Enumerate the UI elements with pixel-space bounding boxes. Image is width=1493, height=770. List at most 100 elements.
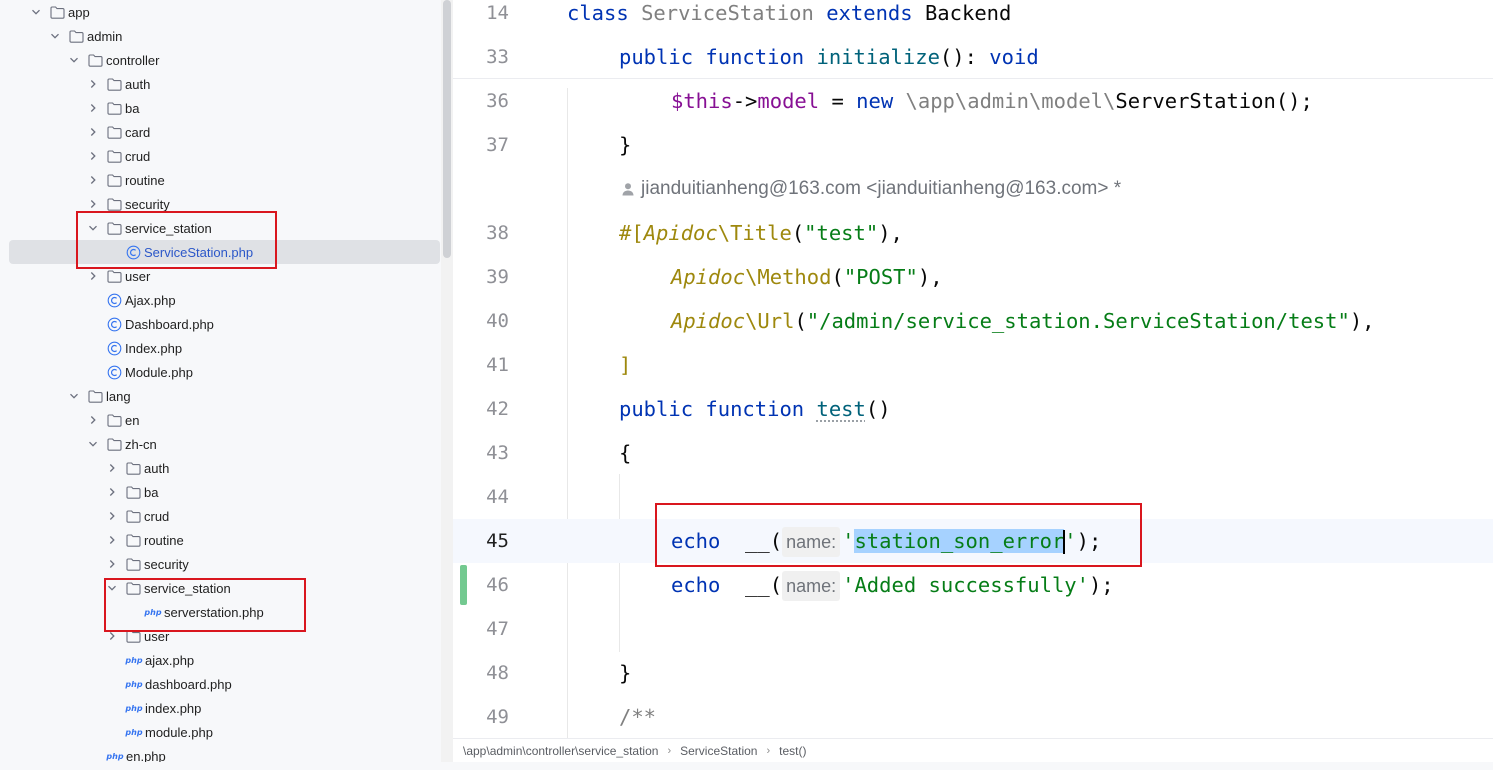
user-icon xyxy=(622,183,634,196)
tree-item-controller[interactable]: controller xyxy=(0,48,441,72)
tree-item-ba[interactable]: ba xyxy=(0,96,441,120)
chevron-down-icon[interactable] xyxy=(30,6,42,18)
folder-icon xyxy=(106,196,122,212)
code-text: $this->model = new \app\admin\model\Serv… xyxy=(671,89,1313,113)
tree-item-label: card xyxy=(125,124,151,140)
tree-item-label: lang xyxy=(106,388,131,404)
tree-item-index-php[interactable]: php index.php xyxy=(0,696,441,720)
folder-icon xyxy=(106,100,122,116)
chevron-right-icon[interactable] xyxy=(106,462,118,474)
folder-icon xyxy=(125,508,141,524)
folder-icon xyxy=(106,412,122,428)
chevron-right-icon[interactable] xyxy=(106,534,118,546)
code-editor[interactable]: 14 class ServiceStation extends Backend … xyxy=(453,0,1493,738)
folder-icon xyxy=(87,52,103,68)
tree-item-label: index.php xyxy=(145,700,202,716)
tree-item-card[interactable]: card xyxy=(0,120,441,144)
php-class-icon xyxy=(106,364,122,380)
code-text: Apidoc\Method("POST"), xyxy=(671,265,943,289)
breadcrumb-item[interactable]: \app\admin\controller\service_station xyxy=(463,744,658,758)
tree-item-label: admin xyxy=(87,28,123,44)
tree-item-label: en xyxy=(125,412,140,428)
chevron-right-icon[interactable] xyxy=(106,558,118,570)
author-inlay[interactable]: jianduitianheng@163.com <jianduitianheng… xyxy=(621,167,1121,211)
chevron-down-icon[interactable] xyxy=(87,438,99,450)
line-number: 44 xyxy=(486,486,509,508)
tree-item-label: routine xyxy=(144,532,184,548)
folder-icon xyxy=(106,148,122,164)
chevron-right-icon[interactable] xyxy=(87,174,99,186)
tree-scroll-thumb[interactable] xyxy=(443,0,451,258)
tree-item-en[interactable]: en xyxy=(0,408,441,432)
breadcrumb-item[interactable]: ServiceStation xyxy=(680,744,757,758)
code-text: /** xyxy=(619,705,657,729)
folder-icon xyxy=(106,172,122,188)
folder-icon xyxy=(106,76,122,92)
tree-item-security[interactable]: security xyxy=(0,552,441,576)
line-number: 46 xyxy=(486,574,509,596)
bottom-strip xyxy=(0,762,1493,770)
tree-scrollbar[interactable] xyxy=(441,0,453,770)
tree-item-dashboard-php[interactable]: php dashboard.php xyxy=(0,672,441,696)
code-text: public function initialize(): void xyxy=(619,45,1039,69)
folder-icon xyxy=(125,556,141,572)
chevron-right-icon[interactable] xyxy=(87,102,99,114)
chevron-right-icon[interactable] xyxy=(87,198,99,210)
tree-item-routine[interactable]: routine xyxy=(0,528,441,552)
tree-item-auth[interactable]: auth xyxy=(0,456,441,480)
tree-item-ajax-php[interactable]: php ajax.php xyxy=(0,648,441,672)
chevron-right-icon[interactable] xyxy=(87,78,99,90)
tree-item-crud[interactable]: crud xyxy=(0,504,441,528)
tree-item-crud[interactable]: crud xyxy=(0,144,441,168)
breadcrumb-item[interactable]: test() xyxy=(779,744,806,758)
code-line-38: 38 #[Apidoc\Title("test"), xyxy=(453,211,1493,255)
line-number: 43 xyxy=(486,442,509,464)
chevron-right-icon[interactable] xyxy=(106,510,118,522)
code-text: class ServiceStation extends Backend xyxy=(567,1,1012,25)
code-line-43: 43 { xyxy=(453,431,1493,475)
chevron-right-icon[interactable] xyxy=(87,126,99,138)
code-line-14: 14 class ServiceStation extends Backend xyxy=(453,0,1493,35)
code-line-36: 36 $this->model = new \app\admin\model\S… xyxy=(453,79,1493,123)
tree-item-ba[interactable]: ba xyxy=(0,480,441,504)
tree-item-label: zh-cn xyxy=(125,436,157,452)
tree-item-lang[interactable]: lang xyxy=(0,384,441,408)
tree-item-label: ba xyxy=(144,484,159,500)
chevron-right-icon[interactable] xyxy=(106,486,118,498)
tree-item-index-php[interactable]: Index.php xyxy=(0,336,441,360)
code-text: #[Apidoc\Title("test"), xyxy=(619,221,903,245)
tree-item-module-php[interactable]: php module.php xyxy=(0,720,441,744)
tree-item-admin[interactable]: admin xyxy=(0,24,441,48)
folder-icon xyxy=(125,484,141,500)
code-line-49: 49 /** xyxy=(453,695,1493,738)
tree-item-auth[interactable]: auth xyxy=(0,72,441,96)
code-text: ] xyxy=(619,353,632,377)
chevron-right-icon[interactable] xyxy=(87,270,99,282)
tree-item-zh-cn[interactable]: zh-cn xyxy=(0,432,441,456)
breadcrumb: \app\admin\controller\service_station › … xyxy=(453,738,1493,762)
chevron-down-icon[interactable] xyxy=(68,54,80,66)
tree-item-label: routine xyxy=(125,172,165,188)
code-line-40: 40 Apidoc\Url("/admin/service_station.Se… xyxy=(453,299,1493,343)
chevron-down-icon[interactable] xyxy=(49,30,61,42)
folder-icon xyxy=(106,436,122,452)
tree-item-label: user xyxy=(125,268,151,284)
folder-icon xyxy=(106,124,122,140)
line-number: 40 xyxy=(486,310,509,332)
tree-item-routine[interactable]: routine xyxy=(0,168,441,192)
tree-item-module-php[interactable]: Module.php xyxy=(0,360,441,384)
tree-item-label: crud xyxy=(125,148,151,164)
chevron-right-icon[interactable] xyxy=(87,150,99,162)
chevron-right-icon[interactable] xyxy=(87,414,99,426)
tree-item-label: app xyxy=(68,4,90,20)
tree-item-app[interactable]: app xyxy=(0,0,441,24)
code-line-42: 42 public function test() xyxy=(453,387,1493,431)
tree-item-ajax-php[interactable]: Ajax.php xyxy=(0,288,441,312)
tree-item-label: dashboard.php xyxy=(145,676,232,692)
line-number: 39 xyxy=(486,266,509,288)
line-number: 45 xyxy=(486,530,509,552)
tree-item-label: controller xyxy=(106,52,160,68)
chevron-down-icon[interactable] xyxy=(68,390,80,402)
tree-item-dashboard-php[interactable]: Dashboard.php xyxy=(0,312,441,336)
breadcrumb-separator: › xyxy=(667,744,672,757)
